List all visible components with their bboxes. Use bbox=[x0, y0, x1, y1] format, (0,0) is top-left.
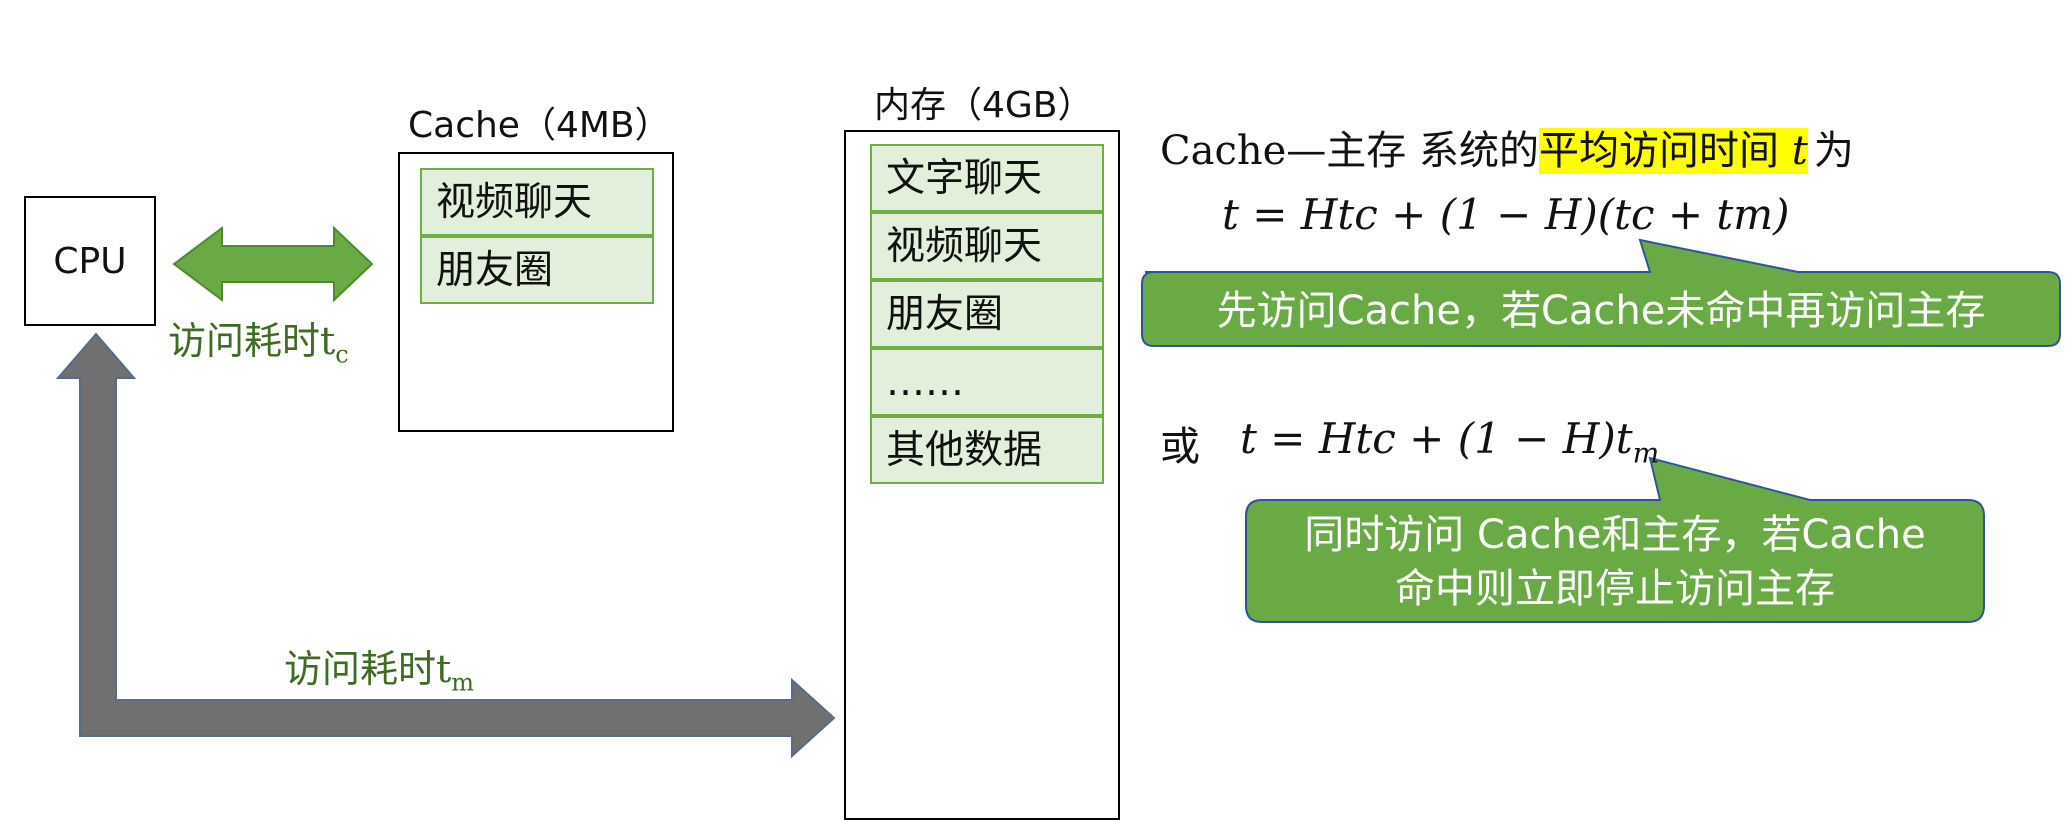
cache-row: 视频聊天 bbox=[420, 168, 654, 236]
cache-row: 朋友圈 bbox=[420, 236, 654, 304]
memory-row: 其他数据 bbox=[870, 416, 1104, 484]
access-time-memory-label: 访问耗时tm bbox=[284, 647, 475, 697]
callout-2-text: 同时访问 Cache和主存，若Cache 命中则立即停止访问主存 bbox=[1246, 508, 1984, 616]
callout-2-line-2: 命中则立即停止访问主存 bbox=[1395, 566, 1835, 612]
cpu-label: CPU bbox=[53, 240, 127, 282]
memory-title: 内存（4GB） bbox=[874, 85, 1094, 126]
callout-2-line-1: 同时访问 Cache和主存，若Cache bbox=[1304, 512, 1926, 558]
or-label: 或 bbox=[1160, 424, 1200, 470]
access-time-cache-label: 访问耗时tc bbox=[168, 319, 349, 369]
formula-1: t = Htc + (1 − H)(tc + tm) bbox=[1222, 190, 1790, 239]
cpu-cache-double-arrow bbox=[172, 225, 374, 303]
avg-time-highlight: 平均访问时间 t bbox=[1539, 128, 1808, 174]
callout-1-text: 先访问Cache，若Cache未命中再访问主存 bbox=[1216, 288, 1986, 334]
cache-title: Cache（4MB） bbox=[408, 105, 671, 146]
memory-row: …… bbox=[870, 348, 1104, 416]
memory-row: 视频聊天 bbox=[870, 212, 1104, 280]
memory-row: 朋友圈 bbox=[870, 280, 1104, 348]
avg-time-heading: Cache—主存 系统的平均访问时间 t为 bbox=[1160, 128, 1854, 174]
formula-2: t = Htc + (1 − H)tm bbox=[1240, 414, 1660, 470]
memory-row: 文字聊天 bbox=[870, 144, 1104, 212]
cpu-box: CPU bbox=[24, 196, 156, 326]
